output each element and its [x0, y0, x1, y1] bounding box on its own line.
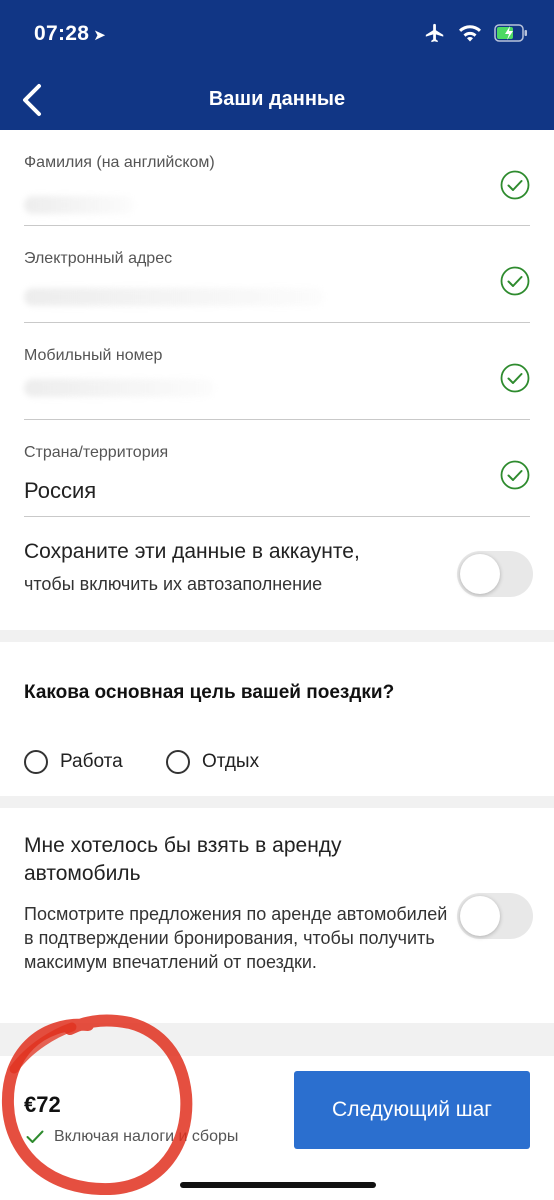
nav-bar: Ваши данные	[0, 72, 554, 130]
home-indicator	[180, 1182, 376, 1188]
purpose-question: Какова основная цель вашей поездки?	[24, 682, 395, 703]
toggle-knob	[460, 554, 500, 594]
clock-text: 07:28	[34, 22, 90, 45]
check-circle-icon	[500, 170, 530, 200]
save-account-toggle[interactable]	[457, 551, 533, 597]
status-icons	[424, 22, 528, 44]
redacted-value	[24, 288, 324, 306]
radio-circle[interactable]	[166, 750, 190, 774]
country-field[interactable]: Страна/территория Россия	[24, 420, 530, 517]
radio-leisure[interactable]: Отдых	[166, 750, 259, 774]
page-title: Ваши данные	[208, 88, 346, 110]
battery-charging-icon	[494, 24, 527, 42]
taxes-note-text: Включая налоги и сборы	[54, 1128, 239, 1145]
section-divider	[0, 796, 554, 808]
check-circle-icon	[500, 460, 530, 490]
airplane-icon	[425, 23, 444, 43]
country-label: Страна/территория	[24, 444, 169, 461]
email-label: Электронный адрес	[24, 250, 173, 267]
booking-footer: €72 Включая налоги и сборы Следующий шаг	[0, 1056, 554, 1200]
country-value[interactable]: Россия	[24, 478, 96, 504]
save-account-subtitle: чтобы включить их автозаполнение	[24, 574, 323, 594]
wifi-icon	[459, 25, 481, 42]
car-rental-description: Посмотрите предложения по аренде автомоб…	[24, 904, 448, 972]
taxes-note: Включая налоги и сборы	[26, 1128, 238, 1146]
radio-work[interactable]: Работа	[24, 750, 123, 774]
save-account-row: Сохраните эти данные в аккаунте, чтобы в…	[24, 540, 530, 595]
car-rental-toggle[interactable]	[457, 893, 533, 939]
radio-circle[interactable]	[24, 750, 48, 774]
phone-field[interactable]: Мобильный номер	[24, 323, 530, 420]
car-rental-title: Мне хотелось бы взять в аренду автомобил…	[24, 834, 342, 885]
check-circle-icon	[500, 363, 530, 393]
surname-field[interactable]: Фамилия (на английском)	[24, 130, 530, 226]
next-step-button[interactable]: Следующий шаг	[294, 1071, 530, 1149]
location-arrow-icon: ➤	[93, 27, 107, 44]
toggle-knob	[460, 896, 500, 936]
redacted-value	[24, 196, 134, 214]
radio-work-label: Работа	[60, 751, 123, 772]
total-price: €72	[24, 1092, 61, 1117]
phone-label: Мобильный номер	[24, 347, 163, 364]
section-divider	[0, 630, 554, 642]
save-account-title: Сохраните эти данные в аккаунте,	[24, 540, 360, 563]
section-divider	[0, 1023, 554, 1056]
check-circle-icon	[500, 266, 530, 296]
email-field[interactable]: Электронный адрес	[24, 226, 530, 323]
checkmark-icon	[26, 1130, 44, 1143]
radio-leisure-label: Отдых	[202, 751, 260, 772]
surname-label: Фамилия (на английском)	[24, 154, 215, 171]
status-time: 07:28 ➤	[34, 22, 106, 46]
redacted-value	[24, 379, 214, 397]
status-bar: 07:28 ➤	[0, 0, 554, 72]
